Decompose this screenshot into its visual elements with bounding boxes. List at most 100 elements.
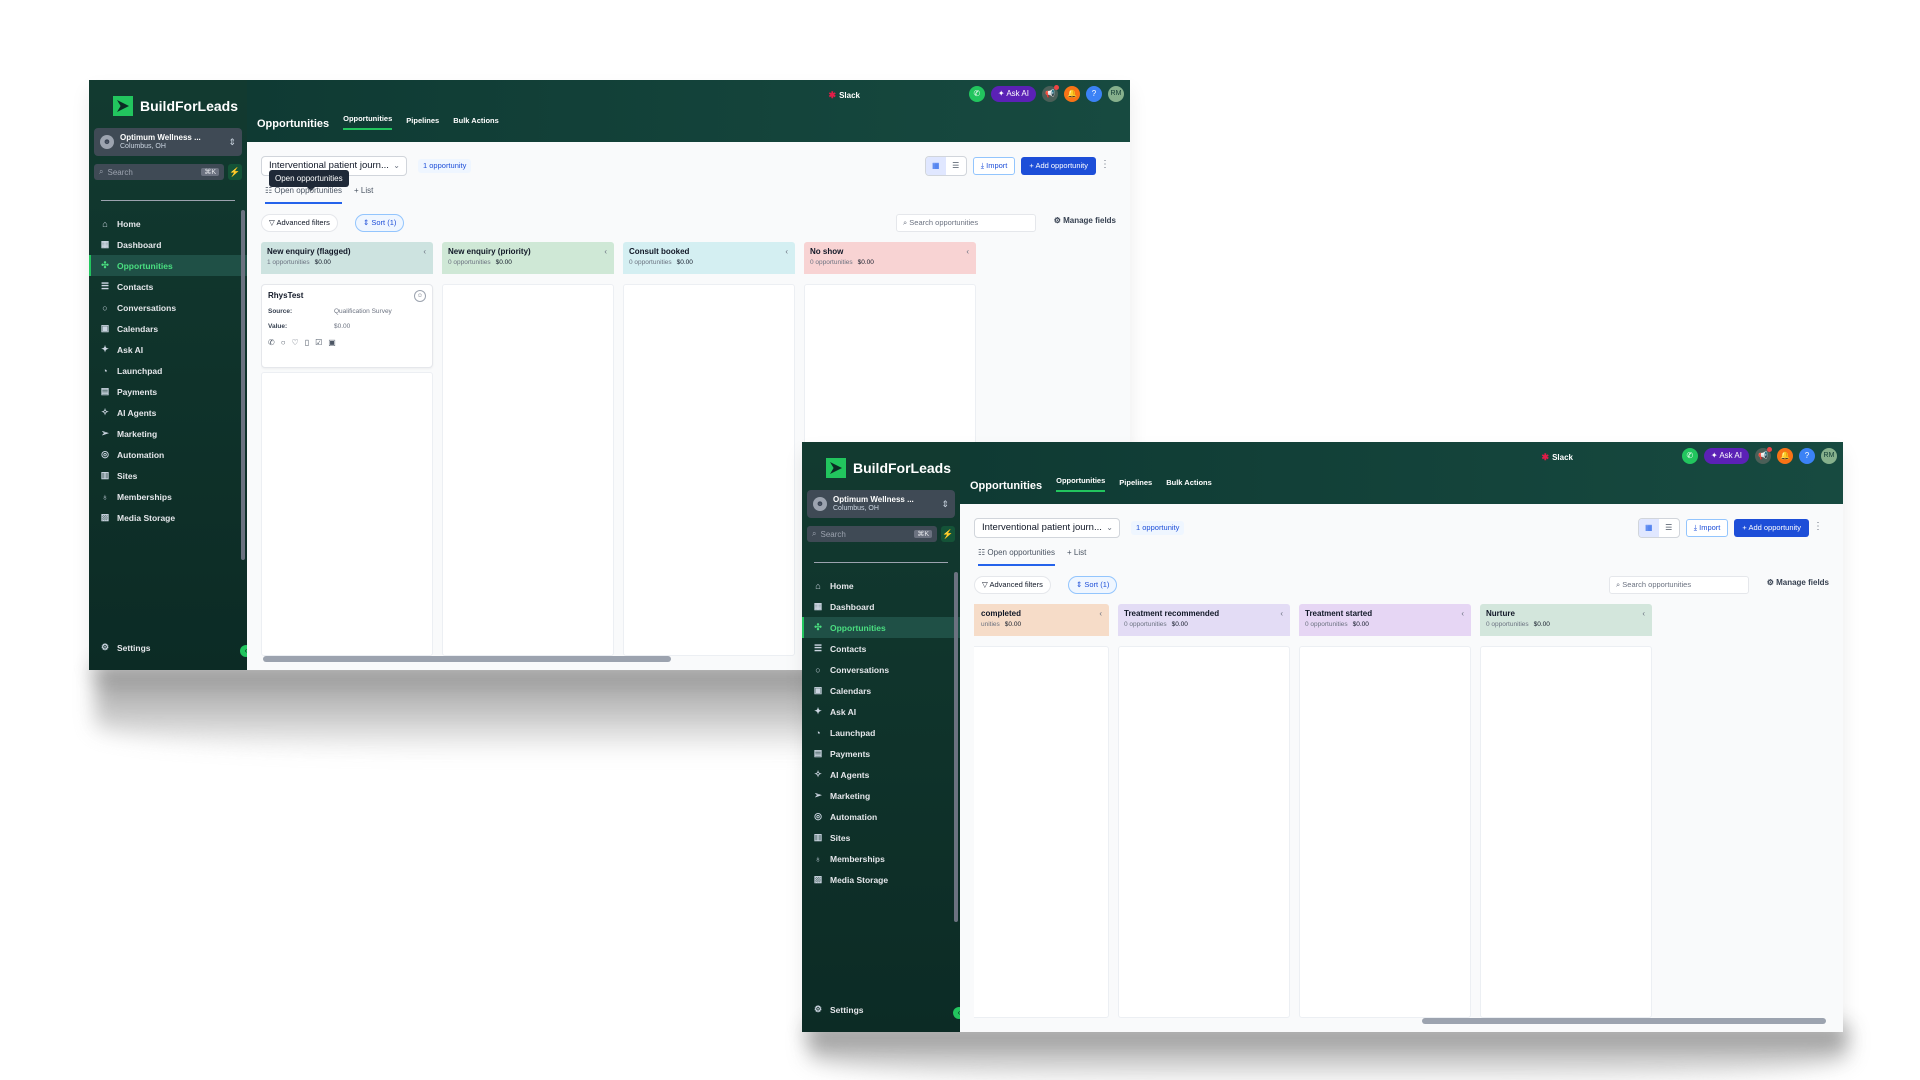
bell-icon[interactable]: 🔔: [1064, 86, 1080, 102]
sidebar-scrollbar[interactable]: [241, 210, 245, 560]
sidebar-item-home[interactable]: ⌂ Home: [802, 575, 960, 596]
tab-pipelines[interactable]: Pipelines: [1119, 478, 1152, 492]
advanced-filters-button[interactable]: ▽ Advanced filters: [974, 576, 1051, 594]
sidebar-item-payments[interactable]: ▤ Payments: [802, 743, 960, 764]
horizontal-scrollbar[interactable]: [263, 656, 671, 662]
sidebar-item-settings[interactable]: ⚙ Settings: [802, 999, 960, 1020]
search-opportunities-input[interactable]: ⌕ Search opportunities: [1609, 576, 1749, 594]
sidebar-item-memberships[interactable]: ♁ Memberships: [802, 848, 960, 869]
opportunity-card[interactable]: RhysTest ☺ Source: Qualification Survey V…: [261, 284, 433, 368]
chevron-left-icon[interactable]: ‹: [1642, 609, 1645, 618]
brand-logo[interactable]: BuildForLeads: [802, 442, 960, 482]
ask-ai-button[interactable]: ✦ Ask AI: [1703, 448, 1749, 464]
sidebar-item-launchpad[interactable]: ◔ Launchpad: [89, 360, 247, 381]
slack-link[interactable]: ✱ Slack: [829, 90, 860, 101]
phone-icon[interactable]: ✆: [268, 338, 275, 347]
sidebar-item-contacts[interactable]: ☰ Contacts: [89, 276, 247, 297]
sidebar-item-sites[interactable]: ▥ Sites: [89, 465, 247, 486]
sidebar-item-calendars[interactable]: ▣ Calendars: [802, 680, 960, 701]
tab-bulk-actions[interactable]: Bulk Actions: [1166, 478, 1212, 492]
calendar-icon[interactable]: ▣: [328, 338, 336, 347]
add-opportunity-button[interactable]: + Add opportunity: [1021, 157, 1096, 175]
sidebar-item-ai-agents[interactable]: ✧ AI Agents: [802, 764, 960, 785]
sidebar-item-media-storage[interactable]: ▨ Media Storage: [802, 869, 960, 890]
task-icon[interactable]: ☑: [315, 338, 322, 347]
tab-open-opportunities[interactable]: ☷ Open opportunities: [978, 548, 1056, 566]
sidebar-item-calendars[interactable]: ▣ Calendars: [89, 318, 247, 339]
sidebar-item-payments[interactable]: ▤ Payments: [89, 381, 247, 402]
tab-open-opportunities[interactable]: ☷ Open opportunities: [265, 186, 343, 204]
tag-icon[interactable]: ♡: [292, 338, 299, 347]
ask-ai-button[interactable]: ✦ Ask AI: [990, 86, 1036, 102]
avatar[interactable]: RM: [1821, 448, 1837, 464]
tab-bulk-actions[interactable]: Bulk Actions: [453, 116, 499, 130]
slack-link[interactable]: ✱ Slack: [1542, 452, 1573, 463]
chevron-left-icon[interactable]: ‹: [1280, 609, 1283, 618]
import-button[interactable]: ⤓ Import: [972, 157, 1016, 175]
board-view-icon[interactable]: ▦: [925, 157, 946, 175]
sidebar-item-launchpad[interactable]: ◔ Launchpad: [802, 722, 960, 743]
tab-opportunities[interactable]: Opportunities: [343, 114, 393, 130]
chevron-left-icon[interactable]: ‹: [785, 247, 788, 256]
sidebar-item-ask-ai[interactable]: ✦ Ask AI: [802, 701, 960, 722]
manage-fields-button[interactable]: ⚙ Manage fields: [1767, 578, 1829, 587]
sidebar-item-ask-ai[interactable]: ✦ Ask AI: [89, 339, 247, 360]
sort-button[interactable]: ⇕ Sort (1): [355, 214, 405, 232]
list-view-icon[interactable]: ☰: [946, 157, 966, 175]
phone-icon[interactable]: ✆: [1681, 448, 1698, 464]
bolt-icon[interactable]: ⚡: [941, 526, 955, 542]
chevron-left-icon[interactable]: ‹: [966, 247, 969, 256]
assign-user-icon[interactable]: ☺: [414, 290, 426, 302]
tab-pipelines[interactable]: Pipelines: [406, 116, 439, 130]
chat-icon[interactable]: ○: [281, 338, 286, 347]
tab-list[interactable]: + List: [1067, 548, 1086, 566]
more-options-icon[interactable]: ⋮: [1100, 159, 1110, 170]
add-opportunity-button[interactable]: + Add opportunity: [1734, 519, 1809, 537]
bell-icon[interactable]: 🔔: [1777, 448, 1793, 464]
import-button[interactable]: ⤓ Import: [1685, 519, 1729, 537]
horizontal-scrollbar[interactable]: [1422, 1018, 1826, 1024]
account-switcher[interactable]: ☻ Optimum Wellness ... Columbus, OH ⇕: [807, 490, 955, 518]
chevron-left-icon[interactable]: ‹: [604, 247, 607, 256]
chevron-left-icon[interactable]: ‹: [1461, 609, 1464, 618]
bolt-icon[interactable]: ⚡: [228, 164, 242, 180]
sidebar-item-conversations[interactable]: ○ Conversations: [89, 297, 247, 318]
sidebar-item-contacts[interactable]: ☰ Contacts: [802, 638, 960, 659]
help-icon[interactable]: ?: [1799, 448, 1815, 464]
sidebar-item-opportunities[interactable]: ✣ Opportunities: [802, 617, 960, 638]
sidebar-item-automation[interactable]: ◎ Automation: [89, 444, 247, 465]
search-opportunities-input[interactable]: ⌕ Search opportunities: [896, 214, 1036, 232]
sidebar-item-marketing[interactable]: ➢ Marketing: [802, 785, 960, 806]
sidebar-item-dashboard[interactable]: ▦ Dashboard: [802, 596, 960, 617]
account-switcher[interactable]: ☻ Optimum Wellness ... Columbus, OH ⇕: [94, 128, 242, 156]
avatar[interactable]: RM: [1108, 86, 1124, 102]
more-options-icon[interactable]: ⋮: [1813, 521, 1823, 532]
sidebar-item-dashboard[interactable]: ▦ Dashboard: [89, 234, 247, 255]
sidebar-item-settings[interactable]: ⚙ Settings: [89, 637, 247, 658]
sidebar-item-conversations[interactable]: ○ Conversations: [802, 659, 960, 680]
tab-list[interactable]: + List: [354, 186, 373, 204]
sidebar-scrollbar[interactable]: [954, 572, 958, 922]
sidebar-item-sites[interactable]: ▥ Sites: [802, 827, 960, 848]
tab-opportunities[interactable]: Opportunities: [1056, 476, 1106, 492]
brand-logo[interactable]: BuildForLeads: [89, 80, 247, 120]
sidebar-item-memberships[interactable]: ♁ Memberships: [89, 486, 247, 507]
chevron-left-icon[interactable]: ‹: [423, 247, 426, 256]
sidebar-search[interactable]: ⌕ Search ⌘K: [807, 526, 937, 542]
megaphone-icon[interactable]: 📢: [1755, 447, 1772, 464]
sort-button[interactable]: ⇕ Sort (1): [1068, 576, 1118, 594]
sidebar-search[interactable]: ⌕ Search ⌘K: [94, 164, 224, 180]
sidebar-item-marketing[interactable]: ➢ Marketing: [89, 423, 247, 444]
board-view-icon[interactable]: ▦: [1638, 519, 1659, 537]
phone-icon[interactable]: ✆: [968, 86, 985, 102]
list-view-icon[interactable]: ☰: [1659, 519, 1679, 537]
advanced-filters-button[interactable]: ▽ Advanced filters: [261, 214, 338, 232]
megaphone-icon[interactable]: 📢: [1042, 85, 1059, 102]
pipeline-select[interactable]: Interventional patient journ... ⌄: [974, 518, 1120, 538]
sidebar-item-media-storage[interactable]: ▨ Media Storage: [89, 507, 247, 528]
document-icon[interactable]: ▯: [305, 338, 309, 347]
manage-fields-button[interactable]: ⚙ Manage fields: [1054, 216, 1116, 225]
sidebar-item-home[interactable]: ⌂ Home: [89, 213, 247, 234]
help-icon[interactable]: ?: [1086, 86, 1102, 102]
sidebar-item-opportunities[interactable]: ✣ Opportunities: [89, 255, 247, 276]
